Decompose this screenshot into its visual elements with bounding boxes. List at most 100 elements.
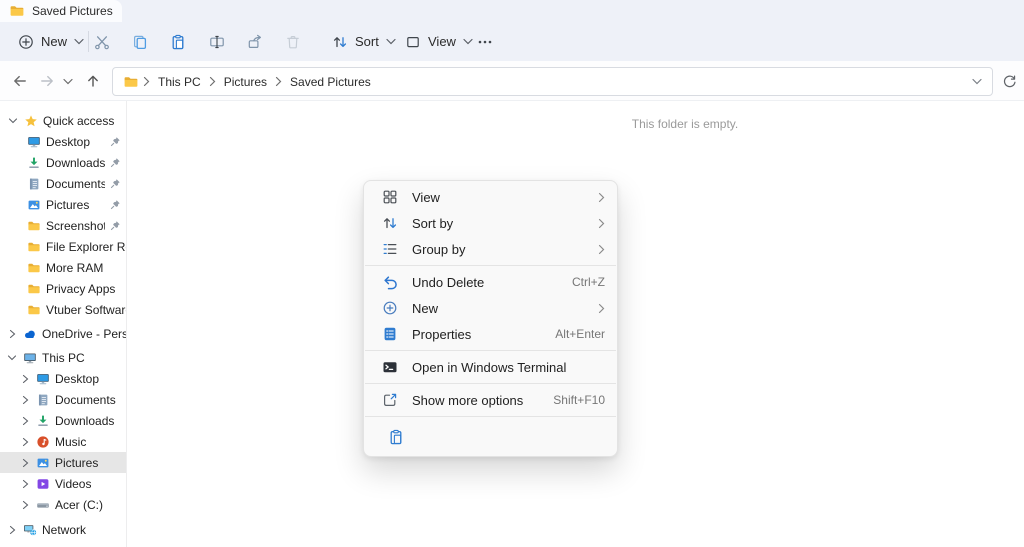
cut-button[interactable] bbox=[87, 27, 117, 56]
recent-locations-button[interactable] bbox=[57, 67, 79, 95]
sort-icon bbox=[382, 215, 398, 231]
chevron-down-icon bbox=[386, 37, 396, 46]
sidebar-item-network[interactable]: Network bbox=[0, 519, 126, 540]
chevron-collapsed-icon[interactable] bbox=[6, 328, 18, 340]
explorer-tab[interactable]: Saved Pictures bbox=[0, 0, 122, 22]
menu-item-show-more-options[interactable]: Show more options Shift+F10 bbox=[364, 387, 617, 413]
menu-item-label: Undo Delete bbox=[412, 275, 572, 290]
sidebar-item-pc-videos[interactable]: Videos bbox=[0, 473, 126, 494]
sidebar-item-privacy-apps[interactable]: Privacy Apps bbox=[0, 278, 126, 299]
sidebar-item-pc-music[interactable]: Music bbox=[0, 431, 126, 452]
rename-button[interactable] bbox=[202, 27, 232, 56]
pin-icon bbox=[110, 178, 121, 189]
terminal-icon bbox=[382, 359, 398, 375]
breadcrumb-pictures[interactable]: Pictures bbox=[220, 73, 271, 91]
menu-item-open-in-windows-terminal[interactable]: Open in Windows Terminal bbox=[364, 354, 617, 380]
menu-item-new[interactable]: New bbox=[364, 295, 617, 321]
sidebar-item-documents[interactable]: Documents bbox=[0, 173, 126, 194]
sidebar-item-screenshots[interactable]: Screenshots bbox=[0, 215, 126, 236]
chevron-expanded-icon[interactable] bbox=[6, 352, 18, 364]
sidebar-item-label: Screenshots bbox=[46, 219, 105, 233]
chevron-collapsed-icon[interactable] bbox=[19, 373, 31, 385]
menu-item-label: Properties bbox=[412, 327, 555, 342]
sidebar-item-label: Privacy Apps bbox=[46, 282, 115, 296]
chevron-down-icon bbox=[972, 77, 982, 86]
sidebar-item-label: Videos bbox=[55, 477, 91, 491]
sidebar-item-downloads[interactable]: Downloads bbox=[0, 152, 126, 173]
menu-item-sort-by[interactable]: Sort by bbox=[364, 210, 617, 236]
chevron-expanded-icon[interactable] bbox=[7, 115, 19, 127]
chevron-collapsed-icon[interactable] bbox=[19, 394, 31, 406]
copy-button[interactable] bbox=[125, 27, 155, 56]
sort-arrows-icon bbox=[332, 34, 348, 50]
delete-button[interactable] bbox=[278, 27, 308, 56]
star-icon bbox=[24, 114, 38, 128]
sidebar-item-this-pc[interactable]: This PC bbox=[0, 347, 126, 368]
new-button[interactable]: New bbox=[12, 26, 90, 57]
sidebar-item-desktop[interactable]: Desktop bbox=[0, 131, 126, 152]
properties-icon bbox=[382, 326, 398, 342]
this-pc-icon bbox=[23, 351, 37, 365]
rename-icon bbox=[209, 34, 225, 50]
forward-arrow-icon bbox=[39, 73, 55, 89]
up-button[interactable] bbox=[79, 67, 107, 95]
copy-icon bbox=[132, 34, 148, 50]
share-button[interactable] bbox=[240, 27, 270, 56]
plus-circle-icon bbox=[18, 34, 34, 50]
sort-button-label: Sort bbox=[355, 34, 379, 49]
menu-separator bbox=[365, 265, 616, 266]
new-plus-icon bbox=[382, 300, 398, 316]
refresh-button[interactable] bbox=[996, 68, 1022, 94]
address-bar[interactable]: This PC Pictures Saved Pictures bbox=[112, 67, 993, 96]
chevron-collapsed-icon[interactable] bbox=[19, 499, 31, 511]
undo-icon bbox=[382, 274, 398, 290]
sidebar-item-label: Documents bbox=[55, 393, 116, 407]
sidebar-item-label: Pictures bbox=[55, 456, 98, 470]
chevron-collapsed-icon[interactable] bbox=[19, 415, 31, 427]
sidebar-item-more-ram[interactable]: More RAM bbox=[0, 257, 126, 278]
breadcrumb-this-pc[interactable]: This PC bbox=[154, 73, 205, 91]
menu-item-view[interactable]: View bbox=[364, 184, 617, 210]
sidebar-item-file-explorer-review[interactable]: File Explorer Review bbox=[0, 236, 126, 257]
submenu-chevron-icon bbox=[598, 244, 605, 255]
sidebar-item-pc-drive-c[interactable]: Acer (C:) bbox=[0, 494, 126, 515]
paste-button[interactable] bbox=[382, 423, 410, 451]
sort-button[interactable]: Sort bbox=[326, 26, 402, 57]
back-button[interactable] bbox=[6, 67, 34, 95]
sidebar-item-label: Desktop bbox=[55, 372, 99, 386]
folder-icon bbox=[27, 303, 41, 317]
sidebar-item-vtuber-software[interactable]: Vtuber Software bbox=[0, 299, 126, 320]
folder-icon bbox=[27, 219, 41, 233]
sidebar-item-pc-downloads[interactable]: Downloads bbox=[0, 410, 126, 431]
menu-item-undo-delete[interactable]: Undo Delete Ctrl+Z bbox=[364, 269, 617, 295]
menu-item-shortcut: Shift+F10 bbox=[553, 393, 605, 407]
sidebar-item-pc-pictures[interactable]: Pictures bbox=[0, 452, 126, 473]
chevron-collapsed-icon[interactable] bbox=[19, 436, 31, 448]
chevron-collapsed-icon[interactable] bbox=[19, 478, 31, 490]
sidebar-item-label: More RAM bbox=[46, 261, 103, 275]
menu-item-label: Open in Windows Terminal bbox=[412, 360, 605, 375]
sidebar-item-pc-documents[interactable]: Documents bbox=[0, 389, 126, 410]
paste-button[interactable] bbox=[163, 27, 193, 56]
chevron-down-icon bbox=[63, 77, 73, 86]
view-button[interactable]: View bbox=[399, 26, 479, 57]
chevron-collapsed-icon[interactable] bbox=[6, 524, 18, 536]
sidebar-item-pictures[interactable]: Pictures bbox=[0, 194, 126, 215]
paste-icon bbox=[170, 34, 186, 50]
submenu-chevron-icon bbox=[598, 218, 605, 229]
address-dropdown-button[interactable] bbox=[972, 77, 982, 86]
sidebar-item-quick-access[interactable]: Quick access bbox=[0, 110, 126, 131]
navigation-pane: Quick access Desktop Downloads Documents… bbox=[0, 101, 127, 547]
breadcrumb-saved-pictures[interactable]: Saved Pictures bbox=[286, 73, 375, 91]
menu-separator bbox=[365, 350, 616, 351]
menu-item-properties[interactable]: Properties Alt+Enter bbox=[364, 321, 617, 347]
menu-item-group-by[interactable]: Group by bbox=[364, 236, 617, 262]
onedrive-cloud-icon bbox=[23, 327, 37, 341]
sidebar-item-pc-desktop[interactable]: Desktop bbox=[0, 368, 126, 389]
sidebar-item-onedrive[interactable]: OneDrive - Personal bbox=[0, 323, 126, 344]
chevron-collapsed-icon[interactable] bbox=[19, 457, 31, 469]
up-arrow-icon bbox=[85, 73, 101, 89]
menu-item-shortcut: Ctrl+Z bbox=[572, 275, 605, 289]
toolbar: New bbox=[0, 22, 1024, 61]
see-more-button[interactable] bbox=[470, 27, 500, 56]
